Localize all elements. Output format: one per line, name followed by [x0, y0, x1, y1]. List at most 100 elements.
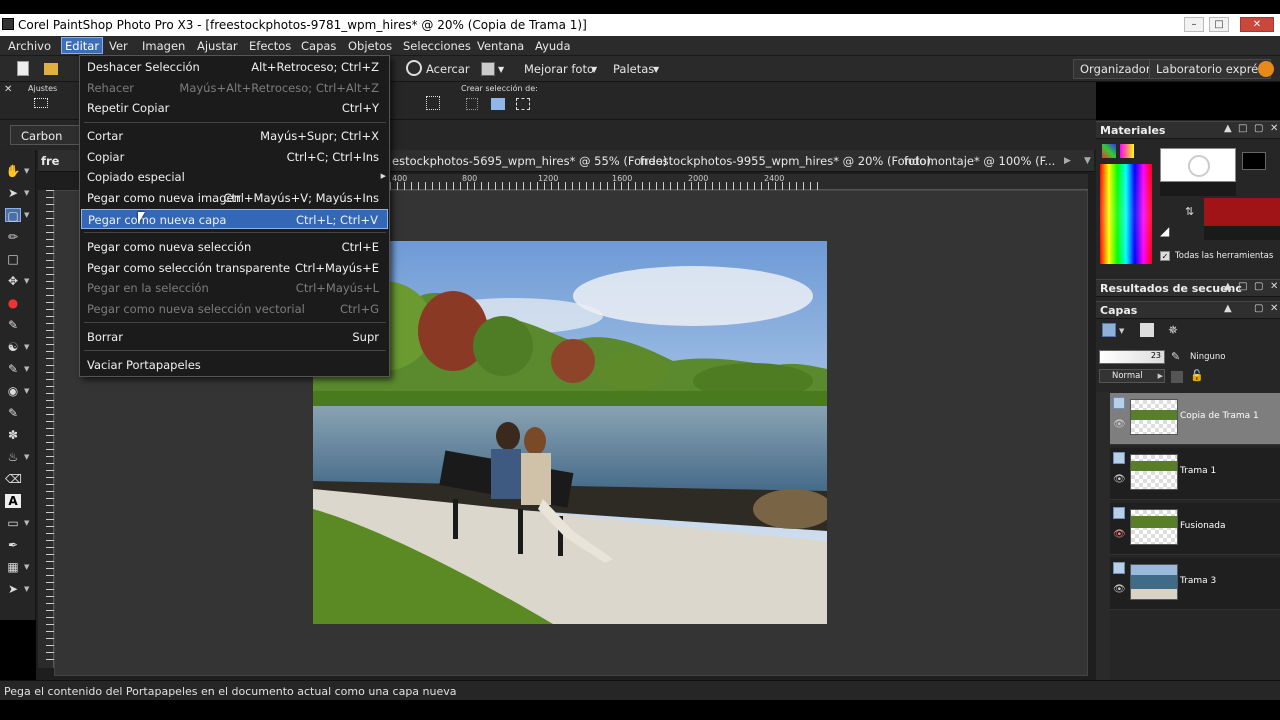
- new-file-icon[interactable]: [17, 61, 29, 76]
- pin-icon[interactable]: ▲: [1224, 123, 1232, 134]
- layer-row[interactable]: 👁 Fusionada: [1110, 503, 1280, 555]
- pan-tool-icon[interactable]: ✋: [5, 164, 21, 178]
- blend-mode-select[interactable]: Normal ▶: [1099, 369, 1165, 383]
- menu-item-paste-transparent-selection[interactable]: Pegar como selección transparente Ctrl+Ma…: [81, 258, 388, 278]
- chevron-down-icon[interactable]: ▼: [653, 65, 659, 74]
- eye-icon[interactable]: 👁: [1113, 584, 1126, 595]
- layer-row[interactable]: 👁 Trama 3: [1110, 558, 1280, 610]
- menu-item-delete[interactable]: Borrar Supr: [81, 327, 388, 347]
- foreground-color-box[interactable]: [1242, 152, 1266, 170]
- menu-item-paste-new-selection[interactable]: Pegar como nueva selección Ctrl+E: [81, 237, 388, 257]
- flood-fill-icon[interactable]: ♨: [5, 450, 21, 464]
- foreground-swatch[interactable]: [1160, 148, 1236, 182]
- zoom-button[interactable]: Acercar: [426, 62, 470, 76]
- organizer-button[interactable]: Organizador: [1073, 59, 1158, 79]
- maximize-icon[interactable]: ▢: [1254, 123, 1263, 134]
- reset-colors-icon[interactable]: ◢: [1160, 224, 1169, 238]
- menu-capas[interactable]: Capas: [301, 39, 336, 53]
- menu-ventana[interactable]: Ventana: [477, 39, 524, 53]
- eraser-icon[interactable]: ⌫: [5, 472, 22, 486]
- open-folder-icon[interactable]: [44, 63, 58, 75]
- enhance-photo-button[interactable]: Mejorar foto: [524, 62, 594, 76]
- restore-icon[interactable]: □: [1238, 123, 1247, 134]
- menu-objetos[interactable]: Objetos: [348, 39, 392, 53]
- canvas-photo[interactable]: [313, 241, 827, 624]
- lock-icon[interactable]: 🔓: [1190, 369, 1204, 382]
- menu-selecciones[interactable]: Selecciones: [403, 39, 471, 53]
- tab-doc-5695[interactable]: estockphotos-5695_wpm_hires* @ 55% (Fond…: [392, 154, 667, 168]
- clone-icon[interactable]: ☯: [5, 340, 21, 354]
- opacity-slider[interactable]: 23: [1099, 350, 1165, 364]
- shape-icon[interactable]: ▭: [5, 516, 21, 530]
- layer-properties-icon[interactable]: ✵: [1168, 323, 1182, 337]
- background-swatch[interactable]: [1204, 198, 1280, 226]
- selection-from-layer-icon[interactable]: [491, 98, 505, 110]
- selection-from-icon[interactable]: [466, 98, 478, 110]
- fg-mode-buttons[interactable]: [1160, 182, 1236, 196]
- swap-colors-icon[interactable]: ⇅: [1185, 205, 1194, 218]
- layer-mask-label[interactable]: Ninguno: [1190, 352, 1225, 362]
- bg-mode-buttons[interactable]: [1204, 226, 1280, 240]
- makeover-icon[interactable]: ✎: [5, 318, 21, 332]
- close-icon[interactable]: ✕: [1270, 303, 1278, 314]
- menu-item-redo[interactable]: Rehacer Mayús+Alt+Retroceso; Ctrl+Alt+Z: [81, 78, 388, 98]
- zoom-icon[interactable]: [406, 60, 422, 76]
- tab-scroll-right-icon[interactable]: ▶: [1064, 156, 1071, 166]
- menu-item-undo[interactable]: Deshacer Selección Alt+Retroceso; Ctrl+Z: [81, 57, 388, 77]
- chevron-down-icon[interactable]: ▼: [498, 65, 504, 74]
- menu-item-paste-new-layer[interactable]: Pegar como nueva capa Ctrl+L; Ctrl+V: [81, 209, 388, 229]
- menu-item-paste-new-image[interactable]: Pegar como nueva imagen Ctrl+Mayús+V; May…: [81, 188, 388, 208]
- arrange-icon[interactable]: [481, 62, 495, 76]
- selection-preset-icon[interactable]: [34, 98, 48, 108]
- tab-current-doc[interactable]: fre: [41, 154, 59, 168]
- help-icon[interactable]: [1258, 61, 1274, 77]
- menu-editar[interactable]: Editar: [61, 37, 104, 54]
- menu-archivo[interactable]: Archivo: [8, 39, 51, 53]
- dodge-icon[interactable]: ✎: [5, 406, 21, 420]
- red-eye-icon[interactable]: ●: [5, 296, 21, 310]
- carbon-field[interactable]: Carbon: [10, 125, 80, 145]
- selection-icon[interactable]: [426, 96, 440, 110]
- tab-doc-9955[interactable]: freestockphotos-9955_wpm_hires* @ 20% (F…: [640, 154, 931, 168]
- maximize-icon[interactable]: □: [1209, 17, 1229, 32]
- eye-icon[interactable]: 👁: [1113, 529, 1126, 540]
- pen-icon[interactable]: ✒: [5, 538, 21, 552]
- eye-icon[interactable]: 👁: [1113, 419, 1126, 430]
- crop-icon[interactable]: □: [5, 252, 21, 266]
- selection-from-canvas-icon[interactable]: [516, 98, 530, 110]
- selection-tool-icon[interactable]: ▢: [5, 208, 21, 223]
- chevron-down-icon[interactable]: ▼: [591, 65, 597, 74]
- menu-item-empty-clipboard[interactable]: Vaciar Portapapeles: [81, 355, 388, 375]
- menu-ver[interactable]: Ver: [109, 39, 128, 53]
- express-lab-button[interactable]: Laboratorio exprés: [1149, 59, 1272, 79]
- minimize-icon[interactable]: –: [1184, 17, 1204, 32]
- close-icon[interactable]: ✕: [1270, 281, 1278, 292]
- lock-transparency-icon[interactable]: [1171, 371, 1183, 383]
- menu-item-cut[interactable]: Cortar Mayús+Supr; Ctrl+X: [81, 126, 388, 146]
- pick-tool-icon[interactable]: ➤: [5, 186, 21, 200]
- text-tool-icon[interactable]: A: [5, 494, 21, 508]
- brush-icon[interactable]: ✎: [5, 362, 21, 376]
- close-icon[interactable]: ✕: [1240, 17, 1274, 32]
- deform-icon[interactable]: ➤: [5, 582, 21, 596]
- swatches-tab-icon[interactable]: [1120, 144, 1134, 158]
- menu-imagen[interactable]: Imagen: [142, 39, 185, 53]
- layer-row[interactable]: 👁 Copia de Trama 1: [1110, 393, 1280, 445]
- palettes-button[interactable]: Paletas: [613, 62, 654, 76]
- menu-item-copy-special[interactable]: Copiado especial ▶: [81, 167, 388, 187]
- menu-item-paste-into-selection[interactable]: Pegar en la selección Ctrl+Mayús+L: [81, 278, 388, 298]
- menu-item-copy[interactable]: Copiar Ctrl+C; Ctrl+Ins: [81, 147, 388, 167]
- delete-layer-icon[interactable]: [1140, 323, 1154, 337]
- menu-ajustar[interactable]: Ajustar: [197, 39, 238, 53]
- menu-item-repeat[interactable]: Repetir Copiar Ctrl+Y: [81, 98, 388, 118]
- menu-efectos[interactable]: Efectos: [249, 39, 291, 53]
- color-replacer-icon[interactable]: ◉: [5, 384, 21, 398]
- maximize-icon[interactable]: ▢: [1254, 281, 1263, 292]
- color-spectrum[interactable]: [1100, 164, 1152, 264]
- tab-list-icon[interactable]: ▼: [1084, 156, 1091, 166]
- new-layer-icon[interactable]: [1102, 323, 1116, 337]
- close-icon[interactable]: ✕: [4, 84, 12, 95]
- menu-item-paste-vector-selection[interactable]: Pegar como nueva selección vectorial Ctrl…: [81, 299, 388, 319]
- menu-ayuda[interactable]: Ayuda: [535, 39, 571, 53]
- close-icon[interactable]: ✕: [1270, 123, 1278, 134]
